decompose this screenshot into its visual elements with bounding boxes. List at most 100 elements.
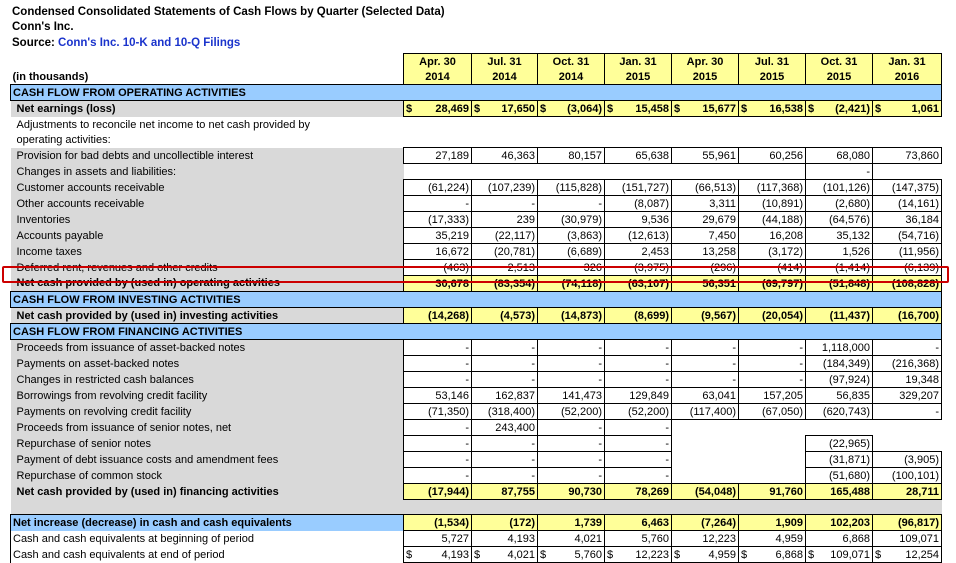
value-text: - <box>732 357 736 370</box>
value-cell: (3,172) <box>738 243 806 260</box>
value-text: 63,041 <box>702 389 736 402</box>
value-cell: 2,453 <box>604 243 672 260</box>
value-cell: 55,961 <box>671 147 739 164</box>
value-cell: $1,061 <box>872 100 942 117</box>
value-text: 60,256 <box>769 149 803 162</box>
value-text: - <box>665 373 669 386</box>
value-text: (100,101) <box>891 469 939 482</box>
value-cell <box>738 419 806 436</box>
value-cell: - <box>604 339 672 356</box>
value-text: 5,760 <box>641 532 669 545</box>
value-text: 1,118,000 <box>821 341 870 354</box>
row-label: Cash and cash equivalents at end of peri… <box>10 546 404 563</box>
value-cell: $ (3,064) <box>537 100 605 117</box>
value-cell <box>403 163 472 180</box>
value-cell: (9,567) <box>671 307 739 324</box>
table-row: Net cash provided by (used in) investing… <box>10 307 942 324</box>
value-cell: - <box>471 467 538 484</box>
period-month-5: Jul. 31 <box>738 53 806 69</box>
value-cell: - <box>537 339 605 356</box>
row-label: Cash and cash equivalents at beginning o… <box>10 530 404 547</box>
value-text: 13,258 <box>702 245 736 258</box>
value-text: 1,739 <box>574 516 602 529</box>
value-cell: - <box>537 451 605 468</box>
value-cell: 129,849 <box>604 387 672 404</box>
value-text: 239 <box>516 213 535 226</box>
source-link[interactable]: Conn's Inc. 10-K and 10-Q Filings <box>58 37 240 49</box>
period-year-0: 2014 <box>403 69 472 85</box>
section-fill <box>471 291 538 308</box>
value-cell: (51,848) <box>805 275 873 292</box>
value-cell: - <box>403 419 472 436</box>
value-text: (96,817) <box>898 516 939 529</box>
row-label: CASH FLOW FROM INVESTING ACTIVITIES <box>10 291 404 308</box>
row-label: Repurchase of senior notes <box>10 435 404 452</box>
value-text: (184,349) <box>822 357 870 370</box>
value-text: (296) <box>710 261 736 274</box>
value-cell: (172) <box>471 514 538 531</box>
value-cell: (51,680) <box>805 467 873 484</box>
row-label: Net cash provided by (used in) financing… <box>10 483 404 500</box>
section-fill <box>738 291 806 308</box>
value-cell: (17,333) <box>403 211 472 228</box>
table-row: Other accounts receivable - - - (8,087) 3,311… <box>10 195 942 212</box>
dollar-sign: $ <box>674 102 681 115</box>
value-text: - <box>465 197 469 210</box>
value-text: 1,526 <box>842 245 870 258</box>
value-cell: (69,797) <box>738 275 806 292</box>
cash-flow-table: Apr. 30 Jul. 31 Oct. 31 Jan. 31 Apr. 30 Jul. … <box>10 53 942 563</box>
value-text: 3,311 <box>709 197 736 210</box>
value-cell: (83,354) <box>471 275 538 292</box>
value-text: - <box>598 373 602 386</box>
value-cell: - <box>403 355 472 372</box>
value-text: (63,107) <box>628 277 669 290</box>
value-text: 46,363 <box>501 149 535 162</box>
value-text: 16,672 <box>435 245 469 258</box>
row-label: Borrowings from revolving credit facilit… <box>10 387 404 404</box>
value-text: (71,350) <box>428 405 469 418</box>
value-cell: (63,107) <box>604 275 672 292</box>
company-name: Conn's Inc. <box>12 21 74 33</box>
value-text: 28,711 <box>905 485 939 498</box>
value-text: (3,064) <box>567 102 602 115</box>
source-line: Source: Conn's Inc. 10-K and 10-Q Filing… <box>12 37 240 49</box>
value-cell: (216,368) <box>872 355 942 372</box>
table-row: Payments on asset-backed notes - - - - - - (184… <box>10 355 942 372</box>
value-text: 2,453 <box>641 245 669 258</box>
value-cell <box>872 435 942 452</box>
value-text: - <box>866 165 870 178</box>
value-text: 12,223 <box>635 548 669 561</box>
value-text: (1,414) <box>835 261 870 274</box>
value-text: (11,437) <box>829 309 870 322</box>
value-cell: (54,048) <box>671 483 739 500</box>
value-cell: (108,828) <box>872 275 942 292</box>
value-text: 4,959 <box>775 532 803 545</box>
dollar-sign: $ <box>540 102 547 115</box>
value-cell: 68,080 <box>805 147 873 164</box>
value-cell: $15,677 <box>671 100 739 117</box>
value-cell: 1,909 <box>738 514 806 531</box>
value-cell <box>671 435 739 452</box>
value-cell: (12,613) <box>604 227 672 244</box>
value-cell: (71,350) <box>403 403 472 420</box>
period-year-2: 2014 <box>537 69 605 85</box>
value-cell: - <box>604 467 672 484</box>
value-cell: $4,193 <box>403 546 472 563</box>
value-text: - <box>598 421 602 434</box>
dollar-sign: $ <box>406 102 413 115</box>
section-fill <box>738 323 806 340</box>
period-year-7: 2016 <box>872 69 942 85</box>
value-text: (318,400) <box>487 405 535 418</box>
value-text: 78,269 <box>635 485 669 498</box>
value-cell: (7,264) <box>671 514 739 531</box>
value-cell: - <box>403 339 472 356</box>
value-cell: 329,207 <box>872 387 942 404</box>
value-text: 16,538 <box>769 102 803 115</box>
value-text: 87,755 <box>501 485 535 498</box>
value-cell: $ (2,421) <box>805 100 873 117</box>
value-text: 55,961 <box>702 149 736 162</box>
value-cell: (11,437) <box>805 307 873 324</box>
value-text: - <box>465 341 469 354</box>
dollar-sign: $ <box>808 102 815 115</box>
value-text: (3,172) <box>768 245 803 258</box>
